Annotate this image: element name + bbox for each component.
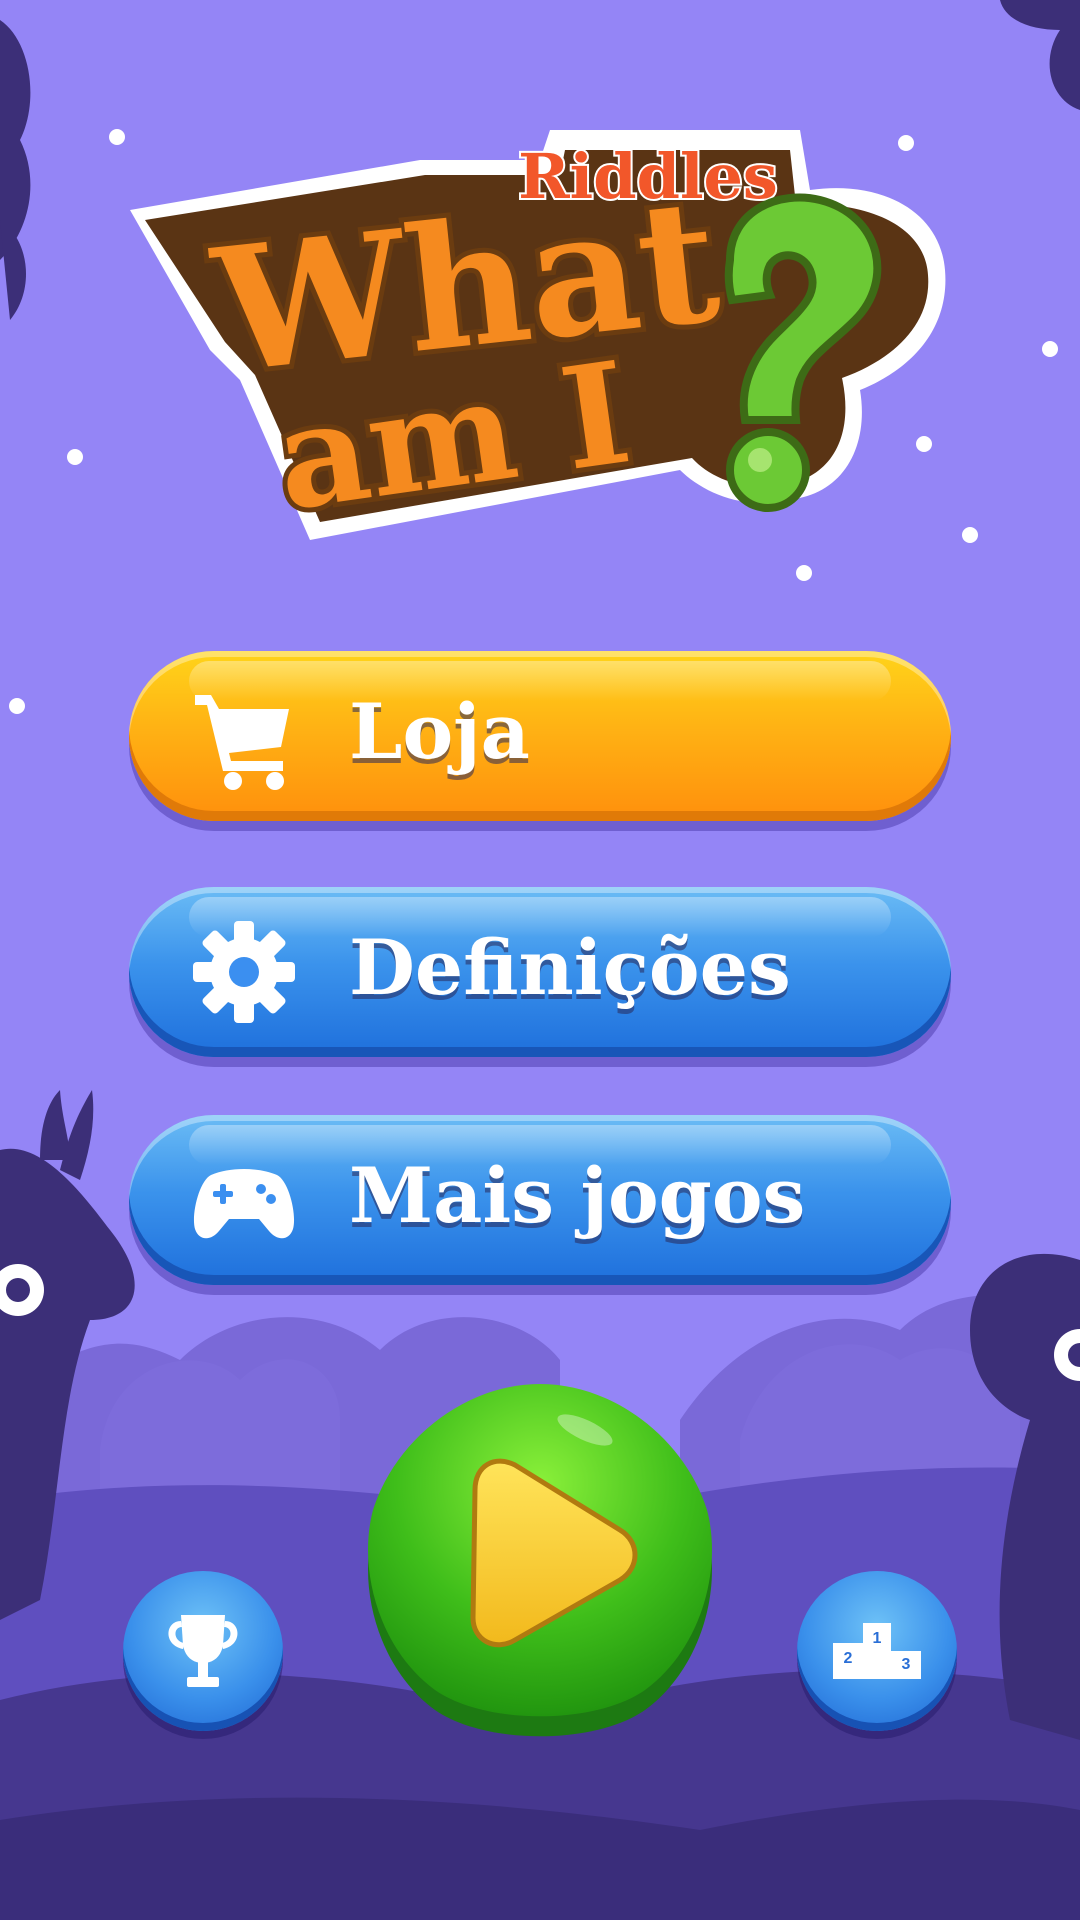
leaderboard-button[interactable]: 1 2 3 (797, 1571, 957, 1731)
shop-button[interactable]: Loja (129, 651, 951, 821)
podium-first-label: 1 (873, 1630, 882, 1647)
right-top-foliage (1000, 0, 1080, 110)
bottom-ground (0, 1797, 1080, 1920)
podium-third-label: 3 (902, 1656, 911, 1673)
game-logo: Riddles What am I (130, 130, 946, 548)
shop-button-label: Loja (349, 687, 530, 776)
settings-button[interactable]: Definições (129, 887, 951, 1057)
settings-button-label: Definições (349, 923, 791, 1012)
main-menu-screen: Riddles What am I Loja Definições Mais j… (0, 0, 1080, 1920)
play-button[interactable] (355, 1370, 725, 1740)
left-creature-pupil (6, 1278, 30, 1302)
bush-left (100, 1359, 340, 1500)
left-mid-foliage (0, 220, 27, 320)
more-games-button-label: Mais jogos (349, 1151, 806, 1240)
podium-icon: 1 2 3 (833, 1623, 921, 1679)
gear-icon (193, 921, 295, 1023)
gamepad-icon (193, 1169, 295, 1239)
trophy-button[interactable] (123, 1571, 283, 1731)
shopping-cart-icon (195, 695, 289, 790)
left-antler (40, 1090, 70, 1160)
trophy-icon (168, 1615, 238, 1687)
more-games-button[interactable]: Mais jogos (129, 1115, 951, 1285)
podium-second-label: 2 (844, 1650, 853, 1667)
